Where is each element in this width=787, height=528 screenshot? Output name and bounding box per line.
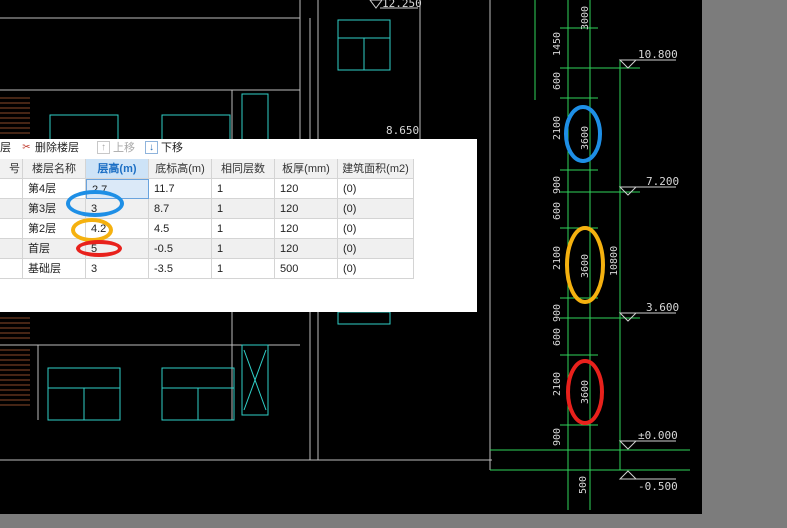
dim-label: 3000: [580, 6, 591, 30]
cell-floor-name[interactable]: 第2层: [23, 219, 86, 239]
header-floor-height[interactable]: 层高(m): [86, 159, 149, 179]
dim-label: 600: [552, 328, 563, 346]
insert-floor-button[interactable]: 层: [0, 139, 11, 155]
cell-same-floors[interactable]: 1: [212, 199, 275, 219]
cell-index[interactable]: [0, 179, 23, 199]
dim-label: 900: [552, 428, 563, 446]
cell-floor-name[interactable]: 第4层: [23, 179, 86, 199]
elevation-label-12250: 12.250: [382, 0, 422, 10]
cell-floor-height[interactable]: 2.7: [86, 179, 149, 199]
cell-base-elevation[interactable]: 8.7: [149, 199, 212, 219]
arrow-up-icon: ↑: [97, 140, 110, 154]
cell-floor-height[interactable]: 3: [86, 259, 149, 279]
table-row[interactable]: 第2层 4.2 4.5 1 120 (0): [0, 219, 414, 239]
dim-label: 2100: [552, 116, 563, 140]
cell-floor-area[interactable]: (0): [338, 199, 414, 219]
cell-index[interactable]: [0, 239, 23, 259]
move-up-button[interactable]: ↑ 上移: [97, 139, 135, 155]
dim-label: 500: [578, 476, 589, 494]
dim-label: 900: [552, 304, 563, 322]
elevation-label-minus-0500: -0.500: [638, 480, 678, 493]
cell-slab-thickness[interactable]: 120: [275, 179, 338, 199]
floor-toolbar: 层 ✂ 删除楼层 ↑ 上移 ↓ 下移: [0, 139, 477, 155]
cell-floor-area[interactable]: (0): [338, 239, 414, 259]
dim-label-total: 10800: [609, 246, 620, 276]
floor-settings-panel: 层 ✂ 删除楼层 ↑ 上移 ↓ 下移 号 楼层名称 层高(m) 底标高(m) 相…: [0, 139, 477, 312]
dim-label: 2100: [552, 246, 563, 270]
cell-floor-height[interactable]: 3: [86, 199, 149, 219]
cell-floor-area[interactable]: (0): [338, 259, 414, 279]
table-row[interactable]: 第3层 3 8.7 1 120 (0): [0, 199, 414, 219]
cell-base-elevation[interactable]: 11.7: [149, 179, 212, 199]
cell-slab-thickness[interactable]: 120: [275, 239, 338, 259]
delete-floor-button[interactable]: ✂ 删除楼层: [21, 139, 79, 155]
cell-same-floors[interactable]: 1: [212, 259, 275, 279]
dim-label: 600: [552, 72, 563, 90]
table-header-row: 号 楼层名称 层高(m) 底标高(m) 相同层数 板厚(mm) 建筑面积(m2): [0, 159, 414, 179]
move-down-button[interactable]: ↓ 下移: [145, 139, 183, 155]
elevation-label-zero: ±0.000: [638, 429, 678, 442]
dim-label-3600: 3600: [580, 380, 591, 404]
dim-label: 600: [552, 202, 563, 220]
canvas-margin-bottom: [0, 514, 787, 528]
cell-floor-height[interactable]: 4.2: [86, 219, 149, 239]
cell-same-floors[interactable]: 1: [212, 239, 275, 259]
header-same-floors[interactable]: 相同层数: [212, 159, 275, 179]
header-index[interactable]: 号: [0, 159, 23, 179]
cell-slab-thickness[interactable]: 500: [275, 259, 338, 279]
dim-label-3600: 3600: [580, 254, 591, 278]
elevation-label-10800: 10.800: [638, 48, 678, 61]
dim-label: 1450: [552, 32, 563, 56]
cell-floor-area[interactable]: (0): [338, 219, 414, 239]
delete-floor-icon: ✂: [22, 141, 31, 153]
cell-base-elevation[interactable]: -3.5: [149, 259, 212, 279]
cell-floor-name[interactable]: 首层: [23, 239, 86, 259]
cell-index[interactable]: [0, 199, 23, 219]
header-slab-thickness[interactable]: 板厚(mm): [275, 159, 338, 179]
cell-floor-height[interactable]: 5: [86, 239, 149, 259]
table-row[interactable]: 首层 5 -0.5 1 120 (0): [0, 239, 414, 259]
dim-label: 2100: [552, 372, 563, 396]
cell-floor-name[interactable]: 基础层: [23, 259, 86, 279]
elevation-label-8650: 8.650: [386, 124, 419, 137]
elevation-label-7200: 7.200: [646, 175, 679, 188]
table-row[interactable]: 第4层 2.7 11.7 1 120 (0): [0, 179, 414, 199]
cell-same-floors[interactable]: 1: [212, 219, 275, 239]
cell-base-elevation[interactable]: -0.5: [149, 239, 212, 259]
cell-slab-thickness[interactable]: 120: [275, 199, 338, 219]
header-floor-name[interactable]: 楼层名称: [23, 159, 86, 179]
arrow-down-icon: ↓: [145, 140, 158, 154]
canvas-margin-right: [702, 0, 787, 514]
cell-slab-thickness[interactable]: 120: [275, 219, 338, 239]
cell-floor-area[interactable]: (0): [338, 179, 414, 199]
header-base-elevation[interactable]: 底标高(m): [149, 159, 212, 179]
dim-label: 900: [552, 176, 563, 194]
cell-index[interactable]: [0, 259, 23, 279]
dim-label-3600: 3600: [580, 126, 591, 150]
cell-index[interactable]: [0, 219, 23, 239]
cell-base-elevation[interactable]: 4.5: [149, 219, 212, 239]
cell-floor-name[interactable]: 第3层: [23, 199, 86, 219]
header-floor-area[interactable]: 建筑面积(m2): [338, 159, 414, 179]
cell-same-floors[interactable]: 1: [212, 179, 275, 199]
elevation-label-3600: 3.600: [646, 301, 679, 314]
table-row[interactable]: 基础层 3 -3.5 1 500 (0): [0, 259, 414, 279]
